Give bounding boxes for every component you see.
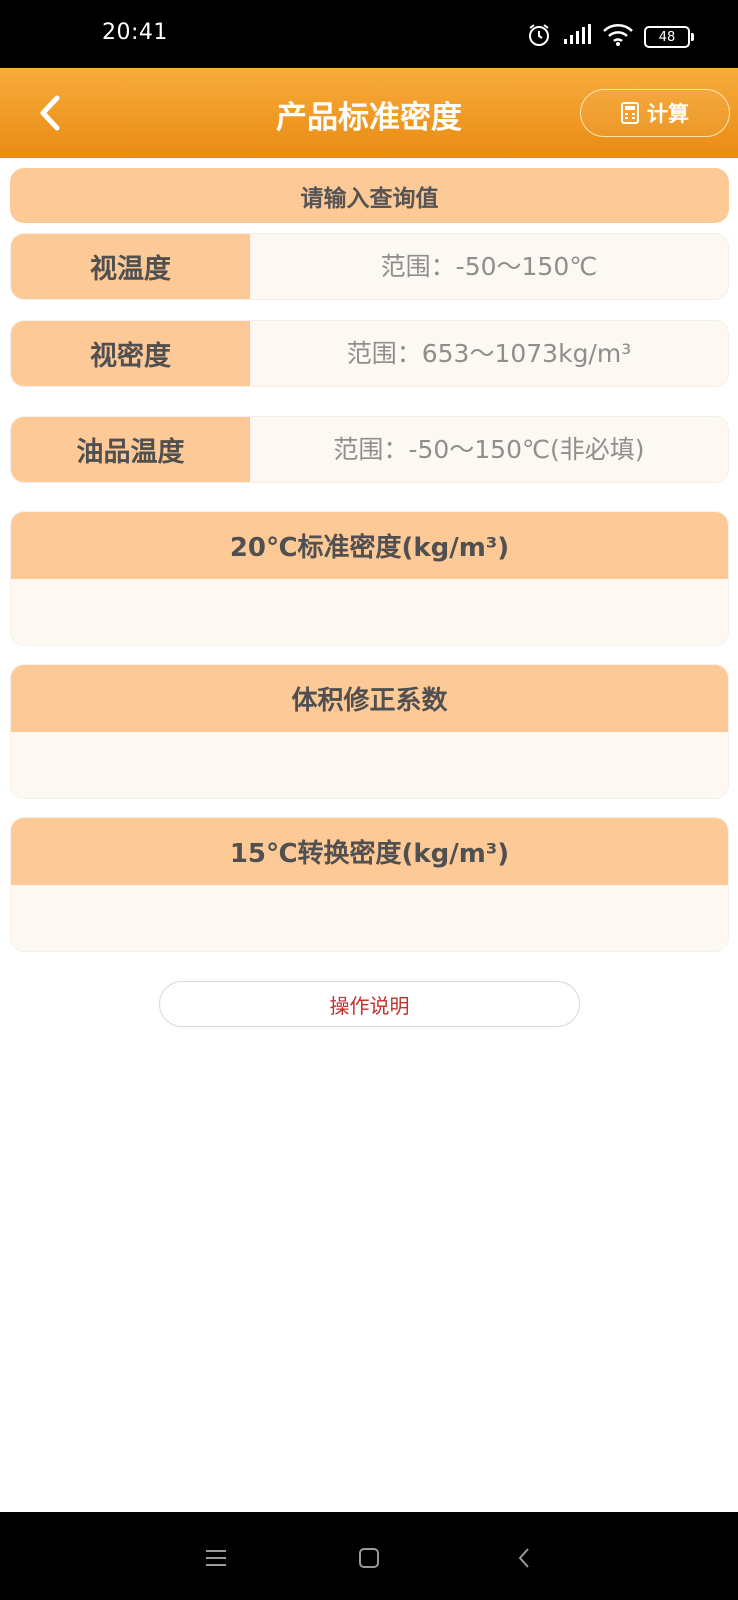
battery-icon: 48 bbox=[644, 26, 694, 48]
converted-density-title: 15℃转换密度(kg/m³) bbox=[11, 818, 728, 885]
wifi-icon bbox=[602, 23, 634, 51]
back-triangle-icon bbox=[518, 1548, 529, 1568]
calculate-label: 计算 bbox=[647, 102, 689, 126]
status-time: 20:41 bbox=[102, 20, 168, 45]
converted-density-value bbox=[11, 885, 728, 951]
view-temperature-input[interactable] bbox=[250, 234, 728, 299]
menu-icon bbox=[206, 1550, 226, 1566]
home-nav-button[interactable] bbox=[349, 1538, 389, 1578]
standard-density-title: 20℃标准密度(kg/m³) bbox=[11, 512, 728, 579]
signal-icon bbox=[562, 24, 592, 50]
view-temperature-label: 视温度 bbox=[11, 234, 250, 299]
volume-correction-value bbox=[11, 732, 728, 798]
standard-density-value bbox=[11, 579, 728, 645]
instructions-button[interactable]: 操作说明 bbox=[159, 981, 580, 1027]
status-bar: 20:41 48 bbox=[0, 0, 738, 68]
oil-temperature-input[interactable] bbox=[250, 417, 728, 482]
view-density-label: 视密度 bbox=[11, 321, 250, 386]
view-density-row: 视密度 bbox=[10, 320, 729, 387]
volume-correction-card: 体积修正系数 bbox=[10, 664, 729, 799]
system-nav-bar bbox=[0, 1512, 738, 1600]
app-header: 产品标准密度 计算 bbox=[0, 68, 738, 158]
standard-density-card: 20℃标准密度(kg/m³) bbox=[10, 511, 729, 646]
home-square-icon bbox=[359, 1548, 379, 1568]
view-temperature-row: 视温度 bbox=[10, 233, 729, 300]
back-nav-button[interactable] bbox=[504, 1538, 544, 1578]
volume-correction-title: 体积修正系数 bbox=[11, 665, 728, 732]
alarm-icon bbox=[526, 22, 552, 52]
query-header: 请输入查询值 bbox=[10, 168, 729, 223]
calculate-button[interactable]: 计算 bbox=[580, 89, 730, 137]
menu-nav-button[interactable] bbox=[196, 1538, 236, 1578]
view-density-input[interactable] bbox=[250, 321, 728, 386]
status-icons: 48 bbox=[526, 22, 694, 52]
calculator-icon bbox=[621, 102, 639, 124]
oil-temperature-row: 油品温度 bbox=[10, 416, 729, 483]
converted-density-card: 15℃转换密度(kg/m³) bbox=[10, 817, 729, 952]
oil-temperature-label: 油品温度 bbox=[11, 417, 250, 482]
